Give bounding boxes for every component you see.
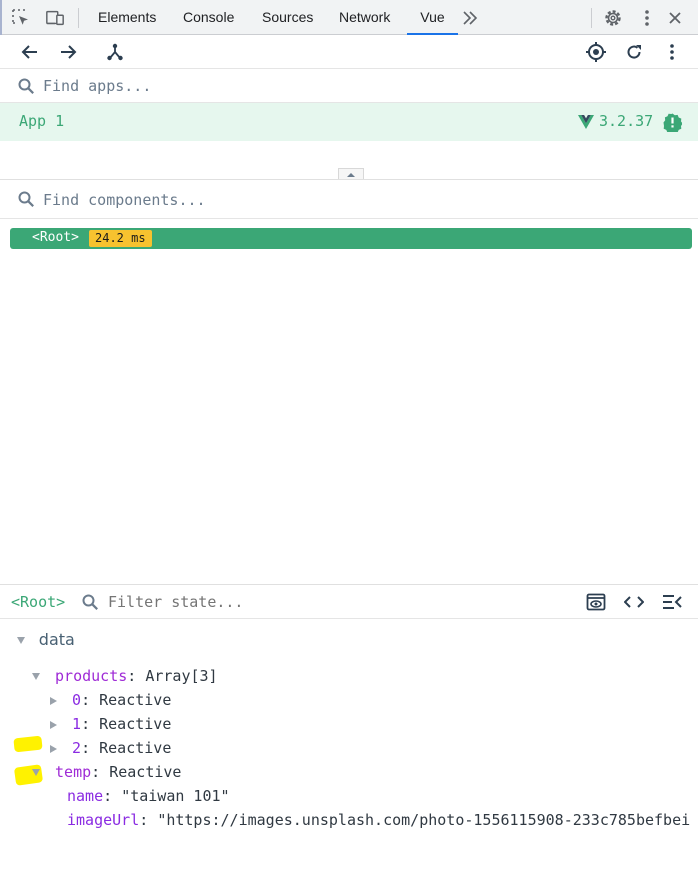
key-colon: : <box>81 691 100 709</box>
vue-version: 3.2.37 <box>599 112 654 130</box>
close-icon[interactable] <box>665 8 685 28</box>
state-key: products <box>55 667 128 685</box>
state-row-product-2[interactable]: 2: Reactive <box>50 738 171 758</box>
component-tree-icon[interactable] <box>104 41 126 63</box>
tab-network[interactable]: Network <box>339 0 390 35</box>
state-value: Reactive <box>99 691 172 709</box>
search-icon <box>18 78 34 94</box>
state-row-product-0[interactable]: 0: Reactive <box>50 690 171 710</box>
key-colon: : <box>103 787 122 805</box>
state-row-product-1[interactable]: 1: Reactive <box>50 714 171 734</box>
arrow-right-icon[interactable] <box>57 41 79 63</box>
state-key: 0 <box>72 691 82 709</box>
state-row-temp[interactable]: temp: Reactive <box>32 762 181 782</box>
toolbar-divider <box>591 8 592 28</box>
alert-badge-icon[interactable] <box>663 113 682 132</box>
refresh-icon[interactable] <box>623 41 645 63</box>
target-icon[interactable] <box>585 41 607 63</box>
collapse-menu-icon[interactable] <box>662 592 682 612</box>
vue-logo-icon <box>578 115 594 129</box>
more-vertical-icon[interactable] <box>661 41 683 63</box>
search-icon <box>18 191 34 207</box>
state-key: 1 <box>72 715 82 733</box>
tab-elements[interactable]: Elements <box>98 0 156 35</box>
state-value: Reactive <box>99 715 172 733</box>
state-row-temp-name[interactable]: name: "taiwan 101" <box>67 786 230 806</box>
caret-down-icon <box>32 769 40 776</box>
component-name: <Root> <box>32 230 79 245</box>
component-tree-root[interactable]: <Root> 24.2 ms <box>10 228 692 249</box>
state-value: "taiwan 101" <box>121 787 230 805</box>
inspect-element-icon[interactable] <box>11 8 31 28</box>
state-key: name <box>67 787 104 805</box>
tab-vue[interactable]: Vue <box>407 0 458 35</box>
component-search-bar <box>0 180 698 219</box>
selected-component-name: <Root> <box>11 593 66 611</box>
arrow-left-icon[interactable] <box>19 41 41 63</box>
tab-console[interactable]: Console <box>183 0 234 35</box>
key-colon: : <box>81 715 100 733</box>
app-search-input[interactable] <box>43 75 543 97</box>
caret-down-icon <box>32 673 40 680</box>
app-name: App 1 <box>19 112 65 130</box>
gear-icon[interactable] <box>603 8 623 28</box>
state-value: Array[3] <box>145 667 218 685</box>
caret-right-icon <box>50 744 57 753</box>
state-key: 2 <box>72 739 82 757</box>
state-row-products[interactable]: products: Array[3] <box>32 666 218 686</box>
inspector-header: <Root> <box>0 584 698 619</box>
double-chevron-right-icon[interactable] <box>460 8 480 28</box>
key-colon: : <box>127 667 146 685</box>
section-label: data <box>38 630 75 649</box>
chevron-up-icon <box>347 172 355 177</box>
state-key: imageUrl <box>67 811 140 829</box>
key-colon: : <box>81 739 100 757</box>
caret-right-icon <box>50 696 57 705</box>
key-colon: : <box>91 763 110 781</box>
toolbar-divider <box>78 8 79 28</box>
eye-icon[interactable] <box>586 592 606 612</box>
caret-right-icon <box>50 720 57 729</box>
state-filter-input[interactable] <box>108 591 488 613</box>
state-value: Reactive <box>109 763 182 781</box>
tab-sources[interactable]: Sources <box>262 0 313 35</box>
device-toolbar-icon[interactable] <box>45 8 65 28</box>
state-value: Reactive <box>99 739 172 757</box>
state-row-temp-imageurl[interactable]: imageUrl: "https://images.unsplash.com/p… <box>67 810 698 830</box>
caret-down-icon <box>17 637 25 644</box>
highlight-mark <box>13 735 43 753</box>
state-key: temp <box>55 763 92 781</box>
devtools-tabbar: Elements Console Sources Network Vue <box>0 0 698 35</box>
vue-toolbar <box>0 35 698 69</box>
panel-edge <box>0 0 2 35</box>
state-section-data[interactable]: data <box>17 630 75 650</box>
key-colon: : <box>139 811 158 829</box>
render-time-badge: 24.2 ms <box>89 230 152 247</box>
search-icon <box>82 594 98 610</box>
more-vertical-icon[interactable] <box>637 8 657 28</box>
state-value: "https://images.unsplash.com/photo-15561… <box>157 811 691 829</box>
component-search-input[interactable] <box>43 189 543 211</box>
app-list-item[interactable]: App 1 3.2.37 <box>0 103 698 141</box>
code-icon[interactable] <box>624 592 644 612</box>
app-search-bar <box>0 69 698 103</box>
